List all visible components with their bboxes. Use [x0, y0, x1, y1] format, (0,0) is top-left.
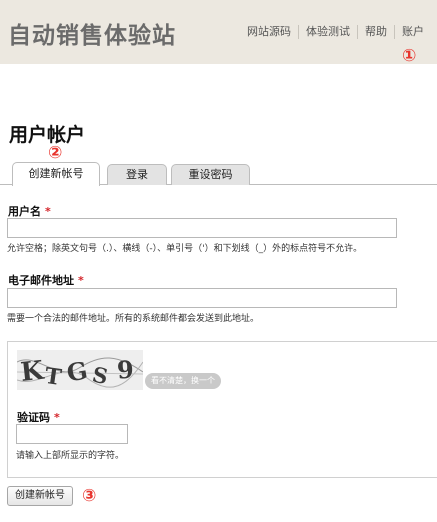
email-label: 电子邮件地址 *	[8, 272, 84, 288]
captcha-label: 验证码 *	[17, 409, 60, 425]
captcha-label-text: 验证码	[17, 411, 50, 424]
nav-link-source[interactable]: 网站源码	[240, 25, 298, 39]
svg-text:K: K	[19, 356, 46, 388]
site-header: 自动销售体验站 网站源码 体验测试 帮助 账户	[0, 0, 437, 64]
username-input[interactable]	[7, 218, 397, 238]
captcha-help: 请输入上部所显示的字符。	[16, 451, 125, 461]
captcha-image: K T G S 9	[17, 350, 143, 390]
captcha-required-mark: *	[54, 411, 60, 424]
site-name[interactable]: 自动销售体验站	[8, 16, 176, 50]
username-help: 允许空格；除英文句号（.）、横线（-）、单引号（'）和下划线（_）外的标点符号不…	[7, 244, 363, 254]
svg-text:S: S	[90, 362, 110, 390]
annotation-marker-2: ②	[48, 143, 63, 163]
svg-text:T: T	[43, 363, 63, 390]
captcha-refresh-button[interactable]: 看不清楚，换一个	[145, 373, 221, 389]
username-required-mark: *	[45, 205, 51, 218]
nav-link-account[interactable]: 账户	[394, 25, 431, 39]
email-input[interactable]	[7, 288, 397, 308]
svg-text:9: 9	[116, 355, 135, 385]
tab-reset-password[interactable]: 重设密码	[171, 164, 250, 185]
captcha-fieldset: K T G S 9 看不清楚，换一个 验证码 * 请输入上部所显示的字符。	[7, 341, 437, 478]
svg-text:G: G	[65, 355, 90, 387]
email-label-text: 电子邮件地址	[8, 274, 74, 287]
email-required-mark: *	[78, 274, 84, 287]
create-account-button[interactable]: 创建新帐号	[7, 486, 73, 506]
email-help: 需要一个合法的邮件地址。所有的系统邮件都会发送到此地址。	[7, 314, 260, 324]
tab-login[interactable]: 登录	[107, 164, 167, 185]
captcha-input[interactable]	[16, 424, 128, 444]
nav-link-trial[interactable]: 体验测试	[298, 25, 357, 39]
annotation-marker-3: ③	[82, 486, 97, 506]
account-tabs: 创建新帐号 登录 重设密码	[0, 162, 437, 186]
username-label-text: 用户名	[8, 205, 41, 218]
annotation-marker-1: ①	[402, 46, 417, 66]
nav-link-help[interactable]: 帮助	[357, 25, 394, 39]
username-label: 用户名 *	[8, 203, 51, 219]
tab-create-account[interactable]: 创建新帐号	[12, 162, 100, 186]
page-title: 用户帐户	[9, 124, 86, 146]
captcha-image-graphic: K T G S 9	[17, 355, 143, 390]
top-navigation: 网站源码 体验测试 帮助 账户	[240, 25, 431, 39]
